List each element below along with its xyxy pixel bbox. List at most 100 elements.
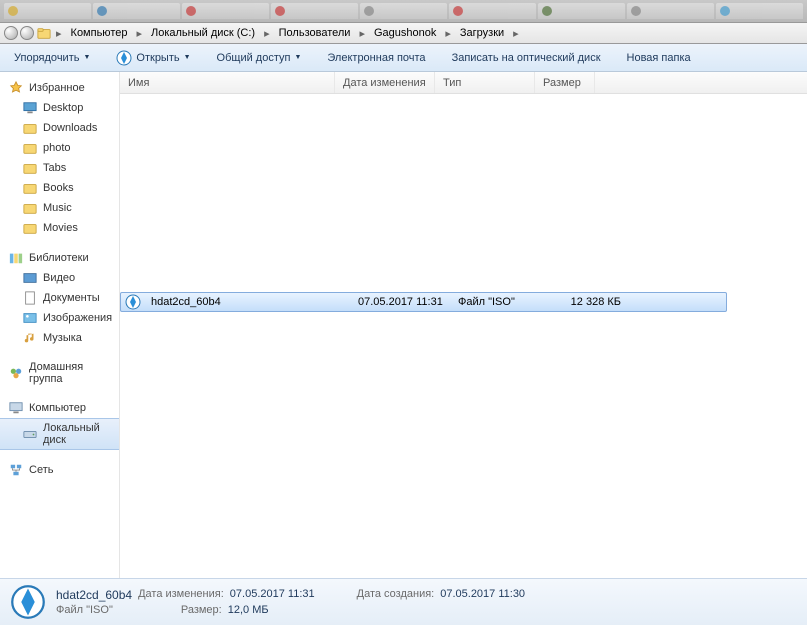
sidebar-item-photo[interactable]: photo [0, 138, 119, 158]
chevron-right-icon[interactable]: ▸ [134, 27, 144, 40]
homegroup-icon [8, 366, 24, 380]
network-label: Сеть [29, 464, 53, 476]
file-name: hdat2cd_60b4 [145, 296, 352, 308]
newfolder-button[interactable]: Новая папка [621, 48, 697, 68]
content-pane: Имя Дата изменения Тип Размер hdat2cd_60… [120, 72, 807, 578]
email-label: Электронная почта [327, 52, 425, 64]
browser-tabs [0, 0, 807, 22]
chevron-right-icon[interactable]: ▸ [262, 27, 272, 40]
folder-icon [22, 161, 38, 175]
email-button[interactable]: Электронная почта [321, 48, 431, 68]
folder-icon [22, 141, 38, 155]
sidebar-item-pictures[interactable]: Изображения [0, 308, 119, 328]
share-label: Общий доступ [217, 52, 291, 64]
tab-stub[interactable] [538, 3, 625, 19]
breadcrumb-item[interactable]: Пользователи [274, 24, 356, 42]
pictures-icon [22, 311, 38, 325]
daemon-tools-icon [116, 50, 132, 66]
chevron-right-icon[interactable]: ▸ [357, 27, 367, 40]
favorites-label: Избранное [29, 82, 85, 94]
computer-label: Компьютер [29, 402, 86, 414]
breadcrumb-item[interactable]: Gagushonok [369, 24, 441, 42]
video-icon [22, 271, 38, 285]
sidebar-favorites-header[interactable]: Избранное [0, 78, 119, 98]
chevron-down-icon: ▼ [294, 54, 301, 61]
sidebar-homegroup-header[interactable]: Домашняя группа [0, 358, 119, 388]
burn-button[interactable]: Записать на оптический диск [446, 48, 607, 68]
tab-stub[interactable] [4, 3, 91, 19]
chevron-right-icon[interactable]: ▸ [511, 27, 521, 40]
breadcrumb-item[interactable]: Загрузки [455, 24, 509, 42]
folder-icon [22, 181, 38, 195]
open-button[interactable]: Открыть ▼ [110, 46, 196, 70]
tab-stub[interactable] [716, 3, 803, 19]
details-mod-value: 07.05.2017 11:31 [230, 588, 315, 602]
sidebar-item-downloads[interactable]: Downloads [0, 118, 119, 138]
tab-stub[interactable] [93, 3, 180, 19]
tab-stub[interactable] [627, 3, 714, 19]
file-size: 12 328 КБ [552, 296, 627, 308]
details-size-label: Размер: [181, 604, 222, 616]
sidebar-item-books[interactable]: Books [0, 178, 119, 198]
daemon-tools-icon [125, 294, 141, 310]
chevron-right-icon[interactable]: ▸ [443, 27, 453, 40]
main-area: Избранное Desktop Downloads photo Tabs B… [0, 72, 807, 578]
chevron-right-icon[interactable]: ▸ [54, 27, 64, 40]
star-icon [8, 81, 24, 95]
tab-stub[interactable] [360, 3, 447, 19]
documents-icon [22, 291, 38, 305]
file-type: Файл "ISO" [452, 296, 552, 308]
details-created-label: Дата создания: [357, 588, 435, 602]
column-name[interactable]: Имя [120, 72, 335, 93]
desktop-icon [22, 101, 38, 115]
details-mod-label: Дата изменения: [138, 588, 224, 602]
toolbar: Упорядочить ▼ Открыть ▼ Общий доступ ▼ Э… [0, 44, 807, 72]
share-button[interactable]: Общий доступ ▼ [211, 48, 308, 68]
column-size[interactable]: Размер [535, 72, 595, 93]
file-row[interactable]: hdat2cd_60b4 07.05.2017 11:31 Файл "ISO"… [120, 292, 727, 312]
folder-icon [22, 221, 38, 235]
location-icon [36, 26, 52, 40]
file-list[interactable]: hdat2cd_60b4 07.05.2017 11:31 Файл "ISO"… [120, 94, 807, 578]
breadcrumb-item[interactable]: Компьютер [66, 24, 133, 42]
computer-icon [8, 401, 24, 415]
address-bar: ▸ Компьютер ▸ Локальный диск (C:) ▸ Поль… [0, 22, 807, 44]
sidebar-libraries-header[interactable]: Библиотеки [0, 248, 119, 268]
newfolder-label: Новая папка [627, 52, 691, 64]
sidebar-item-movies[interactable]: Movies [0, 218, 119, 238]
breadcrumb-item[interactable]: Локальный диск (C:) [146, 24, 260, 42]
sidebar-network-header[interactable]: Сеть [0, 460, 119, 480]
sidebar-item-music-lib[interactable]: Музыка [0, 328, 119, 348]
burn-label: Записать на оптический диск [452, 52, 601, 64]
column-headers: Имя Дата изменения Тип Размер [120, 72, 807, 94]
details-created-value: 07.05.2017 11:30 [440, 588, 525, 602]
libraries-icon [8, 251, 24, 265]
folder-icon [22, 201, 38, 215]
organize-button[interactable]: Упорядочить ▼ [8, 48, 96, 68]
column-date[interactable]: Дата изменения [335, 72, 435, 93]
navigation-pane: Избранное Desktop Downloads photo Tabs B… [0, 72, 120, 578]
sidebar-item-video[interactable]: Видео [0, 268, 119, 288]
details-filetype: Файл "ISO" [56, 604, 113, 616]
tab-stub[interactable] [271, 3, 358, 19]
network-icon [8, 463, 24, 477]
organize-label: Упорядочить [14, 52, 79, 64]
details-size-value: 12,0 МБ [228, 604, 269, 616]
details-filename: hdat2cd_60b4 [56, 588, 132, 602]
back-button[interactable] [4, 26, 18, 40]
sidebar-item-desktop[interactable]: Desktop [0, 98, 119, 118]
tab-stub[interactable] [182, 3, 269, 19]
daemon-tools-icon [10, 584, 46, 620]
column-type[interactable]: Тип [435, 72, 535, 93]
sidebar-item-documents[interactable]: Документы [0, 288, 119, 308]
details-pane: hdat2cd_60b4 Дата изменения: 07.05.2017 … [0, 578, 807, 625]
sidebar-item-tabs[interactable]: Tabs [0, 158, 119, 178]
sidebar-item-localdisk[interactable]: Локальный диск [0, 418, 119, 450]
tab-stub[interactable] [449, 3, 536, 19]
forward-button[interactable] [20, 26, 34, 40]
sidebar-item-music[interactable]: Music [0, 198, 119, 218]
sidebar-computer-header[interactable]: Компьютер [0, 398, 119, 418]
folder-icon [22, 121, 38, 135]
libraries-label: Библиотеки [29, 252, 89, 264]
drive-icon [22, 427, 38, 441]
